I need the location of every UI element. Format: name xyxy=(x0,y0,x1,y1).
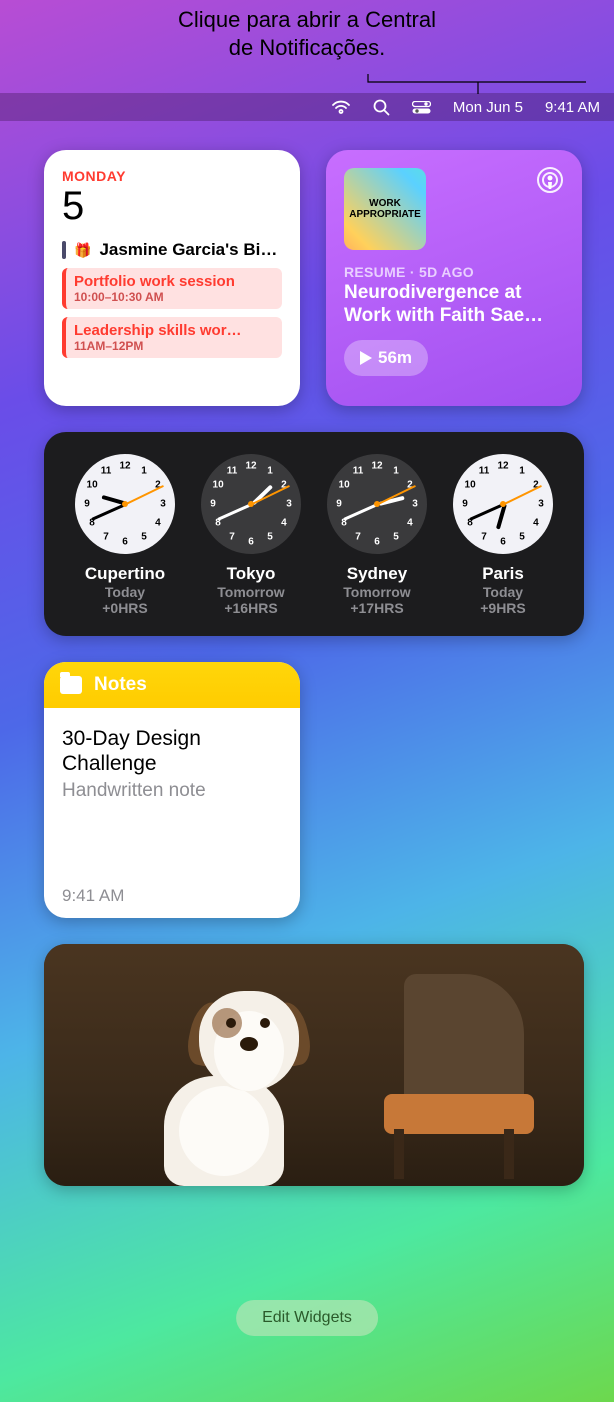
clock-face: 123456789101112 xyxy=(201,454,301,554)
clock-relative-day: Today xyxy=(483,584,523,600)
clock-item: 123456789101112 ParisToday+9HRS xyxy=(444,454,562,616)
note-title: 30-Day Design Challenge xyxy=(62,726,282,776)
clock-item: 123456789101112 CupertinoToday+0HRS xyxy=(66,454,184,616)
annotation-connector xyxy=(0,74,614,98)
annotation-line2: de Notificações. xyxy=(229,35,386,60)
folder-icon xyxy=(60,676,82,694)
clock-city: Sydney xyxy=(347,564,407,584)
event-time: 10:00–10:30 AM xyxy=(74,290,274,304)
clock-offset: +0HRS xyxy=(102,600,148,616)
clock-offset: +17HRS xyxy=(350,600,403,616)
clock-face: 123456789101112 xyxy=(453,454,553,554)
wifi-icon[interactable] xyxy=(331,100,351,114)
note-subtitle: Handwritten note xyxy=(62,780,282,802)
podcast-status: RESUME · 5D AGO xyxy=(344,264,564,280)
calendar-event: Leadership skills wor… 11AM–12PM xyxy=(62,317,282,358)
event-title: Leadership skills wor… xyxy=(74,322,274,339)
calendar-widget[interactable]: MONDAY 5 🎁 Jasmine Garcia's Bi… Portfoli… xyxy=(44,150,300,406)
menubar-date[interactable]: Mon Jun 5 xyxy=(453,99,523,116)
control-center-icon[interactable] xyxy=(412,101,431,114)
event-time: 11AM–12PM xyxy=(74,339,274,353)
calendar-event: Portfolio work session 10:00–10:30 AM xyxy=(62,268,282,309)
clock-city: Paris xyxy=(482,564,524,584)
annotation-callout: Clique para abrir a Central de Notificaç… xyxy=(0,6,614,61)
notification-center-widgets: MONDAY 5 🎁 Jasmine Garcia's Bi… Portfoli… xyxy=(44,150,584,1186)
podcasts-app-icon xyxy=(536,166,564,199)
clock-city: Tokyo xyxy=(227,564,276,584)
podcasts-widget[interactable]: WORK APPROPRIATE RESUME · 5D AGO Neurodi… xyxy=(326,150,582,406)
notes-widget[interactable]: Notes 30-Day Design Challenge Handwritte… xyxy=(44,662,300,918)
clock-relative-day: Tomorrow xyxy=(217,584,284,600)
clock-face: 123456789101112 xyxy=(327,454,427,554)
menubar-time[interactable]: 9:41 AM xyxy=(545,99,600,116)
notes-header: Notes xyxy=(44,662,300,708)
clock-relative-day: Today xyxy=(105,584,145,600)
clock-relative-day: Tomorrow xyxy=(343,584,410,600)
clock-item: 123456789101112 SydneyTomorrow+17HRS xyxy=(318,454,436,616)
note-time: 9:41 AM xyxy=(62,886,282,906)
photos-widget[interactable] xyxy=(44,944,584,1186)
podcast-play-button[interactable]: 56m xyxy=(344,340,428,376)
birthday-text: Jasmine Garcia's Bi… xyxy=(99,240,277,260)
annotation-line1: Clique para abrir a Central xyxy=(178,7,436,32)
play-icon xyxy=(360,351,372,365)
event-title: Portfolio work session xyxy=(74,273,274,290)
clock-offset: +9HRS xyxy=(480,600,526,616)
podcast-duration: 56m xyxy=(378,348,412,368)
clock-face: 123456789101112 xyxy=(75,454,175,554)
photo-content xyxy=(44,944,584,1186)
birthday-indicator xyxy=(62,241,66,259)
calendar-date: 5 xyxy=(62,186,282,226)
edit-widgets-button[interactable]: Edit Widgets xyxy=(236,1300,378,1336)
notes-app-name: Notes xyxy=(94,674,147,696)
podcast-title: Neurodivergence at Work with Faith Sae… xyxy=(344,282,564,328)
calendar-day-label: MONDAY xyxy=(62,168,282,184)
clock-offset: +16HRS xyxy=(224,600,277,616)
gift-icon: 🎁 xyxy=(74,242,91,259)
spotlight-search-icon[interactable] xyxy=(373,99,390,116)
clock-city: Cupertino xyxy=(85,564,165,584)
calendar-birthday-row: 🎁 Jasmine Garcia's Bi… xyxy=(62,240,282,260)
world-clock-widget[interactable]: 123456789101112CupertinoToday+0HRS123456… xyxy=(44,432,584,636)
podcast-art-label: WORK APPROPRIATE xyxy=(344,198,426,220)
podcast-artwork: WORK APPROPRIATE xyxy=(344,168,426,250)
clock-item: 123456789101112 TokyoTomorrow+16HRS xyxy=(192,454,310,616)
